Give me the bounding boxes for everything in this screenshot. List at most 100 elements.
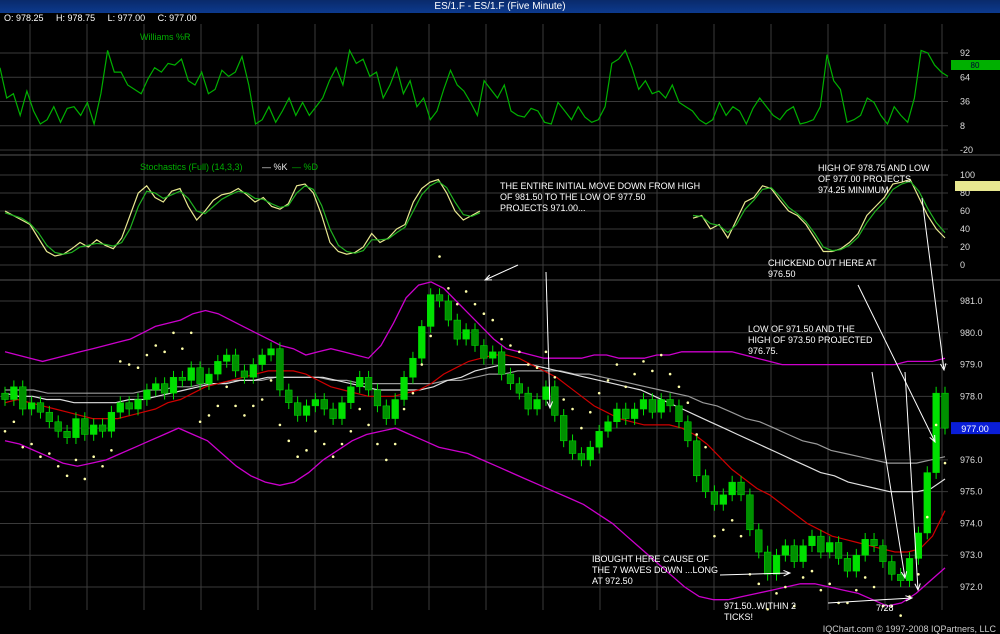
sar-dot xyxy=(722,528,725,532)
legend-stoch-d: — %D xyxy=(292,162,319,172)
candle xyxy=(72,418,80,438)
candle xyxy=(373,389,382,407)
sar-dot xyxy=(695,433,698,436)
annotation-bought-here: IBOUGHT HERE CAUSE OF THE 7 WAVES DOWN .… xyxy=(592,554,719,586)
sar-dot xyxy=(3,429,7,433)
candle xyxy=(134,399,142,410)
candle xyxy=(187,367,195,381)
williams-last-value-label: 80 xyxy=(971,61,980,70)
y-tick-label: 972.0 xyxy=(960,582,983,592)
arrow-high-projection xyxy=(904,371,919,591)
annotation-low-high-projected: LOW OF 971.50 AND THE HIGH OF 973.50 PRO… xyxy=(748,324,873,356)
sar-dot xyxy=(526,363,530,366)
candle xyxy=(356,377,364,388)
ohlc-low: L: 977.00 xyxy=(107,13,146,23)
sar-dot xyxy=(500,337,503,341)
sar-dot xyxy=(429,334,432,338)
sar-dot xyxy=(863,576,867,579)
candle xyxy=(462,329,470,340)
candle xyxy=(400,377,408,400)
sar-dot xyxy=(713,534,716,538)
sar-dot xyxy=(518,350,521,354)
window-title-bar[interactable]: ES/1.F - ES/1.F (Five Minute) xyxy=(0,0,1000,13)
candle xyxy=(941,392,949,429)
candle xyxy=(81,418,89,435)
sar-dot xyxy=(340,442,344,446)
candle xyxy=(27,402,36,410)
indicator-title-stochastics: Stochastics (Full) (14,3,3) xyxy=(140,162,243,172)
candle xyxy=(693,440,701,477)
sar-dot xyxy=(385,458,388,462)
candle xyxy=(923,472,931,534)
sar-dot xyxy=(322,442,326,446)
sar-dot xyxy=(225,385,228,389)
sar-dot xyxy=(491,318,495,322)
sar-dot xyxy=(509,344,512,347)
candle xyxy=(746,494,754,531)
y-tick-label: 8 xyxy=(960,121,965,131)
y-tick-label: 981.0 xyxy=(960,296,983,306)
sar-dot xyxy=(562,398,565,401)
sar-dot xyxy=(83,477,87,481)
candle xyxy=(90,424,98,435)
sar-dot xyxy=(642,360,645,363)
sar-dot xyxy=(872,585,876,589)
sar-dot xyxy=(624,385,628,389)
sar-dot xyxy=(819,588,823,592)
candle xyxy=(613,408,621,423)
candle xyxy=(684,421,692,442)
y-tick-label: 976.0 xyxy=(960,455,983,465)
sar-dot xyxy=(101,464,104,468)
candle xyxy=(870,539,878,546)
sar-dot xyxy=(12,420,16,424)
y-tick-label: 64 xyxy=(960,72,970,82)
candle xyxy=(861,539,869,556)
sar-dot xyxy=(855,588,858,592)
sar-dot xyxy=(207,414,211,417)
sar-dot xyxy=(553,375,557,379)
candle xyxy=(214,361,222,375)
sar-dot xyxy=(544,350,548,354)
stoch-d-line xyxy=(4,180,946,255)
sar-dot xyxy=(154,344,158,347)
annotation-initial-move: THE ENTIRE INITIAL MOVE DOWN FROM HIGH O… xyxy=(500,181,701,213)
sar-dot xyxy=(597,391,601,395)
candle xyxy=(435,294,444,302)
candle xyxy=(755,529,763,553)
sar-dot xyxy=(376,442,379,446)
sar-dot xyxy=(21,445,25,449)
candle xyxy=(852,554,860,572)
stoch-last-value-tag xyxy=(955,181,1000,191)
candle xyxy=(905,558,914,581)
y-tick-label: 978.0 xyxy=(960,391,983,401)
candle xyxy=(54,421,62,432)
sar-dot xyxy=(56,464,60,468)
arrow-chickened-out xyxy=(857,284,936,443)
sar-dot xyxy=(349,429,353,433)
candle xyxy=(675,405,683,423)
candle xyxy=(302,405,311,416)
sar-dot xyxy=(48,452,51,455)
candle xyxy=(45,411,53,423)
window-title: ES/1.F - ES/1.F (Five Minute) xyxy=(434,1,566,12)
sar-dot xyxy=(278,423,282,427)
sar-dot xyxy=(633,372,636,376)
stoch-k-line xyxy=(4,178,946,257)
candle xyxy=(710,491,719,505)
sar-dot xyxy=(296,455,299,459)
footer-copyright: IQChart.com © 1997-2008 IQPartners, LLC xyxy=(822,624,996,634)
sar-dot xyxy=(314,429,317,433)
candle xyxy=(480,345,488,359)
candle xyxy=(10,386,18,400)
sar-dot xyxy=(331,455,335,459)
candle xyxy=(879,545,887,562)
candle xyxy=(36,402,45,413)
sar-dot xyxy=(234,404,237,408)
sar-dot xyxy=(784,585,787,589)
sar-dot xyxy=(615,363,619,366)
legend-stoch-k: — %K xyxy=(262,162,288,172)
candle xyxy=(533,399,541,410)
candle xyxy=(551,386,559,416)
sar-dot xyxy=(447,286,450,290)
sar-dot xyxy=(571,407,574,411)
